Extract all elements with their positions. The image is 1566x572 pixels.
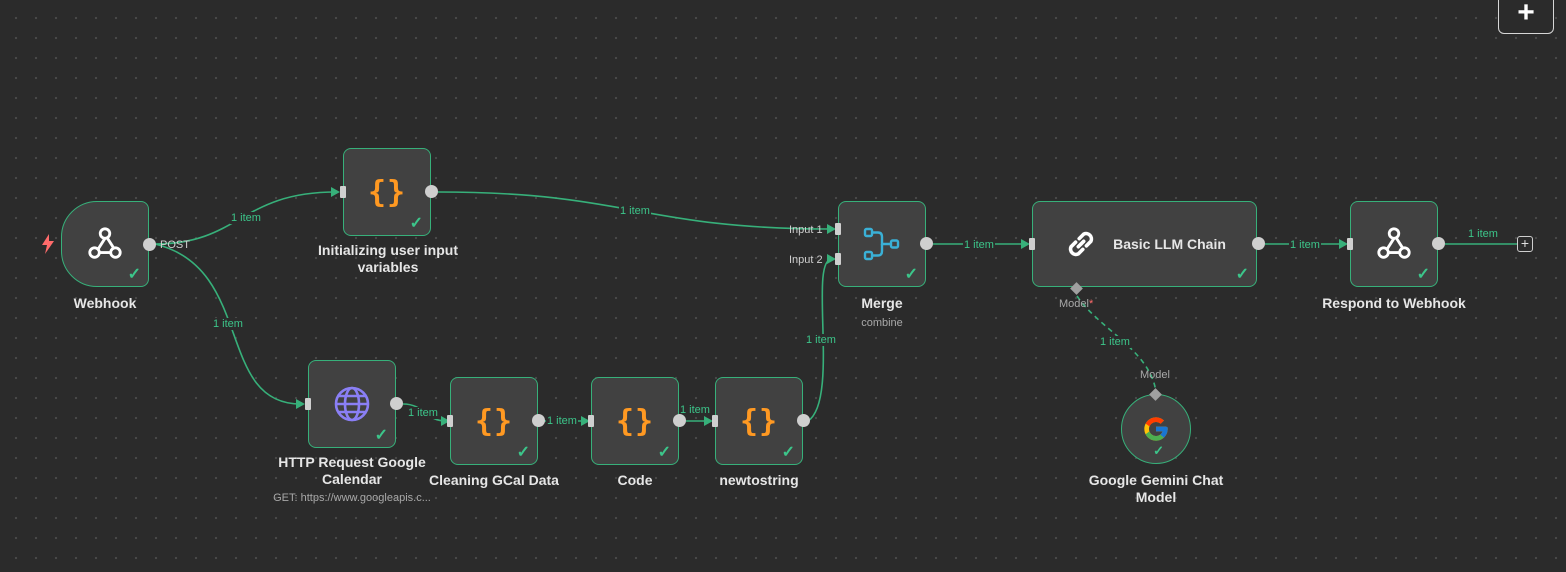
merge-input1-label: Input 1 (789, 224, 823, 236)
arrow-http-in (296, 399, 305, 409)
webhook-output-label: POST (160, 239, 190, 251)
newtostring-output-port[interactable] (797, 414, 810, 427)
edge-label-gemini-llm: 1 item (1099, 336, 1131, 348)
edge-label-llm-respond: 1 item (1289, 239, 1321, 251)
llm-input-port[interactable] (1029, 238, 1035, 250)
node-initializing-title: Initializing user input variables (318, 242, 458, 275)
gemini-model-port-label: Model (1140, 369, 1170, 381)
node-merge[interactable]: ✓ (838, 201, 926, 287)
edge-label-http-clean: 1 item (407, 407, 439, 419)
success-check-icon: ✓ (1416, 266, 1430, 283)
edge-label-respond-end: 1 item (1467, 228, 1499, 240)
workflow-canvas[interactable]: 1 item 1 item 1 item 1 item 1 item 1 ite… (0, 0, 1566, 572)
http-input-port[interactable] (305, 398, 311, 410)
success-check-icon: ✓ (657, 444, 671, 461)
node-webhook[interactable]: ✓ (61, 201, 149, 287)
success-check-icon: ✓ (904, 266, 918, 283)
http-output-port[interactable] (390, 397, 403, 410)
cleaning-output-port[interactable] (532, 414, 545, 427)
arrow-init-in (331, 187, 340, 197)
lightning-bolt-icon (42, 234, 54, 254)
braces-icon: {} (367, 174, 407, 210)
merge-output-port[interactable] (920, 237, 933, 250)
edge-label-webhook-init: 1 item (230, 212, 262, 224)
edge-label-clean-code: 1 item (546, 415, 578, 427)
add-node-button[interactable]: + (1498, 0, 1554, 34)
initializing-input-port[interactable] (340, 186, 346, 198)
edge-label-init-merge: 1 item (619, 205, 651, 217)
node-merge-subtitle: combine (861, 317, 903, 329)
node-google-gemini[interactable]: ✓ (1121, 394, 1191, 464)
braces-icon: {} (615, 403, 655, 439)
node-respond-title: Respond to Webhook (1322, 295, 1466, 311)
success-check-icon: ✓ (1153, 443, 1164, 458)
newtostring-input-port[interactable] (712, 415, 718, 427)
llm-output-port[interactable] (1252, 237, 1265, 250)
globe-icon (334, 386, 370, 422)
node-http-title: HTTP Request Google Calendar (278, 454, 426, 487)
node-basic-llm-chain[interactable]: Basic LLM Chain ✓ (1032, 201, 1257, 287)
webhook-output-port[interactable] (143, 238, 156, 251)
node-newtostring-title: newtostring (719, 472, 799, 488)
respond-output-port[interactable] (1432, 237, 1445, 250)
success-check-icon: ✓ (409, 215, 423, 232)
node-respond-to-webhook[interactable]: ✓ (1350, 201, 1438, 287)
braces-icon: {} (739, 403, 779, 439)
add-next-node-button[interactable]: + (1517, 236, 1533, 252)
node-code-title: Code (617, 472, 653, 488)
node-http-subtitle: GET: https://www.googleapis.c... (273, 492, 431, 504)
respond-input-port[interactable] (1347, 238, 1353, 250)
edge-label-newtostring-merge: 1 item (805, 334, 837, 346)
code-input-port[interactable] (588, 415, 594, 427)
node-gemini-title: Google Gemini Chat Model (1088, 472, 1224, 505)
code-output-port[interactable] (673, 414, 686, 427)
node-webhook-title: Webhook (73, 295, 137, 311)
braces-icon: {} (474, 403, 514, 439)
success-check-icon: ✓ (127, 266, 141, 283)
merge-input2-port[interactable] (835, 253, 841, 265)
google-g-icon (1144, 417, 1168, 441)
success-check-icon: ✓ (1235, 266, 1249, 283)
node-initializing-variables[interactable]: {} ✓ (343, 148, 431, 236)
node-newtostring[interactable]: {} ✓ (715, 377, 803, 465)
cleaning-input-port[interactable] (447, 415, 453, 427)
edge-label-code-newtostring: 1 item (679, 404, 711, 416)
node-cleaning-title: Cleaning GCal Data (429, 472, 559, 488)
llm-model-port-label: Model* (1059, 298, 1094, 310)
node-merge-title: Merge (861, 295, 903, 311)
node-code[interactable]: {} ✓ (591, 377, 679, 465)
webhook-icon (88, 227, 122, 259)
merge-icon (863, 227, 900, 261)
success-check-icon: ✓ (781, 444, 795, 461)
plus-icon: + (1517, 0, 1535, 29)
node-cleaning-gcal-data[interactable]: {} ✓ (450, 377, 538, 465)
success-check-icon: ✓ (516, 444, 530, 461)
edge-label-merge-llm: 1 item (963, 239, 995, 251)
success-check-icon: ✓ (374, 427, 388, 444)
required-asterisk: * (1088, 298, 1094, 310)
initializing-output-port[interactable] (425, 185, 438, 198)
node-llm-title: Basic LLM Chain (1113, 236, 1226, 252)
webhook-icon (1377, 227, 1411, 259)
merge-input2-label: Input 2 (789, 254, 823, 266)
merge-input1-port[interactable] (835, 223, 841, 235)
edge-label-webhook-http: 1 item (212, 318, 244, 330)
node-http-request[interactable]: ✓ (308, 360, 396, 448)
chain-link-icon (1068, 231, 1094, 257)
